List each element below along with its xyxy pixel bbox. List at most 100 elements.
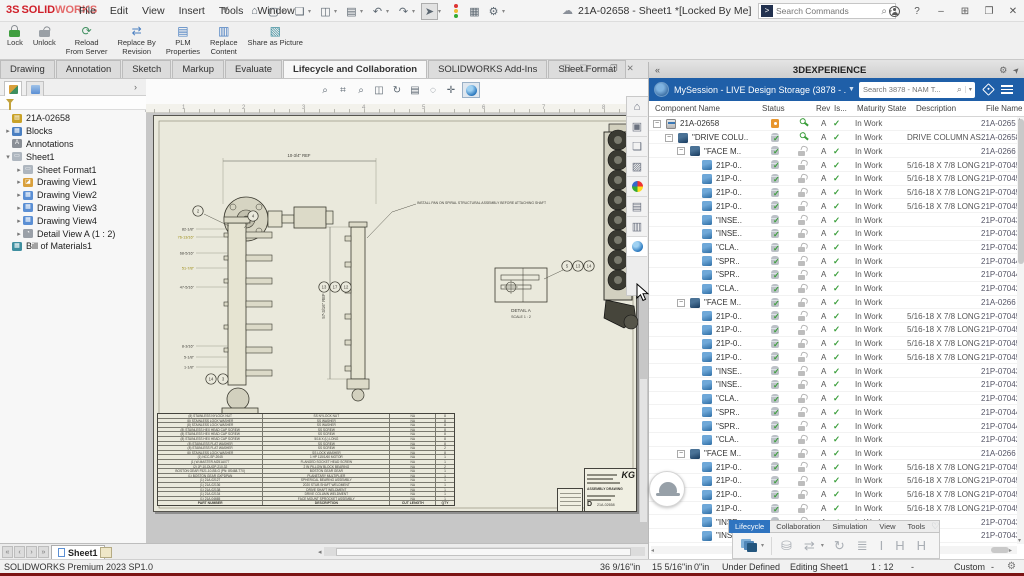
doc-next-icon[interactable]: ❏ [580,63,588,74]
component-row[interactable]: "INSE..A✓In Work21P-07043 [649,227,1024,241]
tile-icon[interactable]: ⊞ [958,6,972,17]
new-document-icon-caret[interactable]: ▾ [282,8,289,15]
tree-item-drawing-view3[interactable]: ▸▦Drawing View3 [0,202,146,215]
appearances-icon[interactable] [627,177,647,197]
save-icon-caret[interactable]: ▾ [334,8,341,15]
component-row[interactable]: "CLA..A✓In Work21P-07042 [649,282,1024,296]
search-commands-box[interactable]: > ⌕ ▾ [758,3,896,19]
select-cursor-icon[interactable]: ➤ [421,3,438,20]
tab-evaluate[interactable]: Evaluate [225,60,282,78]
undo-icon[interactable]: ↶ [369,3,386,20]
session-label[interactable]: MySession - LIVE Design Storage (3878 - … [674,85,846,95]
scrollbar-thumb[interactable] [1018,119,1024,264]
component-row[interactable]: 21P-0..A✓In Work5/16-18 X 7/8 LONG21P-07… [649,186,1024,200]
component-row[interactable]: 21P-0..A✓In Work5/16-18 X 7/8 LONG21P-07… [649,502,1024,516]
minimize-icon[interactable]: – [934,6,948,17]
redo-icon[interactable]: ↷ [395,3,412,20]
section-view-icon[interactable]: ◫ [372,83,386,97]
tab-solidworks-add-ins[interactable]: SOLIDWORKS Add-Ins [428,60,547,78]
close-icon[interactable]: ✕ [1006,6,1020,17]
tab-annotation[interactable]: Annotation [56,60,121,78]
open-icon[interactable]: ❏ [291,3,308,20]
hide-show-icon[interactable]: ◌ [426,83,440,97]
action-tab-collaboration[interactable]: Collaboration [770,520,826,533]
column-header-is-[interactable]: Is... [834,104,847,113]
open-icon-caret[interactable]: ▾ [308,8,315,15]
tree-expand-arrow[interactable]: ▸ [15,204,23,212]
component-row[interactable]: −"FACE M..A✓In Work21A-0266 [649,447,1024,461]
database-status-icon[interactable]: ⛁ [781,538,792,554]
help-icon[interactable]: ? [910,6,924,17]
expand-collapse-box[interactable]: − [677,299,685,307]
lifecycle-stack-icon-caret[interactable]: ▾ [761,542,764,549]
replace-by-revision-button[interactable]: ⇄Replace By Revision [112,22,160,56]
tree-item-detail-view-a-1-2-[interactable]: ▸◔Detail View A (1 : 2) [0,227,146,240]
sheet-nav-button[interactable]: › [26,546,37,558]
zoom-to-area-icon[interactable]: ⌗ [336,83,350,97]
component-row[interactable]: "SPR..A✓In Work21P-07044 [649,419,1024,433]
expand-collapse-box[interactable]: − [653,120,661,128]
menu-view[interactable]: View [135,0,172,22]
solidworks-resources-icon[interactable]: ▦ [466,3,483,20]
design-library-icon[interactable]: ▣ [627,117,647,137]
drawing-sheet[interactable]: 10-3/4" REF57-3/16" REFINSTALL PAN ON SP… [153,115,637,512]
column-header-component-name[interactable]: Component Name [655,104,720,113]
component-row[interactable]: 21P-0..A✓In Work5/16-18 X 7/8 LONG21P-07… [649,172,1024,186]
add-sheet-button[interactable] [100,547,112,558]
expand-collapse-box[interactable]: − [665,134,673,142]
tree-expand-arrow[interactable]: ▸ [15,217,23,225]
feature-tree-tab[interactable] [4,81,22,96]
doc-minimize-icon[interactable]: – [596,63,601,74]
home-icon[interactable]: ⌂ [246,3,263,20]
tree-filter-bar[interactable] [0,96,146,110]
scroll-down-icon[interactable]: ▾ [1018,537,1021,544]
component-row[interactable]: 21P-0..A✓In Work5/16-18 X 7/8 LONG21P-07… [649,158,1024,172]
options-gear-icon-caret[interactable]: ▾ [502,8,509,15]
view-palette-icon[interactable]: ▨ [627,157,647,177]
component-row[interactable]: 21P-0..A✓In Work5/16-18 X 7/8 LONG21P-07… [649,474,1024,488]
column-header-rev[interactable]: Rev [816,104,830,113]
tree-item-annotations[interactable]: AAnnotations [0,138,146,151]
search-magnifier-icon[interactable]: ⌕ [881,6,887,17]
tree-expand-arrow[interactable]: ▸ [15,166,23,174]
custom-properties-icon[interactable]: ▤ [627,197,647,217]
component-row[interactable]: 21P-0..A✓In Work5/16-18 X 7/8 LONG21P-07… [649,199,1024,213]
favorite-heart-icon[interactable]: ♡ [931,521,939,532]
lock-button[interactable]: Lock [2,22,28,48]
tab-lifecycle-and-collaboration[interactable]: Lifecycle and Collaboration [283,60,427,78]
menu-insert[interactable]: Insert [172,0,212,22]
print-icon[interactable]: ▤ [343,3,360,20]
panel-search-input[interactable] [859,85,957,94]
tree-expand-arrow[interactable]: ▸ [4,127,12,135]
component-row[interactable]: "INSE..A✓In Work21P-07043 [649,364,1024,378]
tab-drawing[interactable]: Drawing [0,60,55,78]
save-icon[interactable]: ◫ [317,3,334,20]
component-row[interactable]: "CLA..A✓In Work21P-07042 [649,241,1024,255]
hscroll-thumb[interactable] [336,548,631,556]
tree-expand-arrow[interactable]: ▾ [4,153,12,161]
session-globe-icon[interactable] [654,82,669,97]
redraw-icon[interactable]: ↻ [390,83,404,97]
file-explorer-icon[interactable]: ❏ [627,137,647,157]
action-tab-view[interactable]: View [873,520,901,533]
panel-search-box[interactable]: ⌕ ▾ [859,82,975,98]
sync-icon[interactable]: ↻ [834,538,845,554]
doc-prev-icon[interactable]: ❏ [563,63,571,74]
tree-item-blocks[interactable]: ▸▦Blocks [0,125,146,138]
select-cursor-icon-caret[interactable]: ▾ [438,8,445,15]
scroll-right-icon[interactable]: ▸ [1009,547,1012,554]
tree-item-sheet1[interactable]: ▾▭Sheet1 [0,150,146,163]
panel-gear-icon[interactable]: ⚙ [999,65,1007,76]
connect-alt-icon[interactable]: H [917,538,926,553]
component-row[interactable]: −"DRIVE COLU..A✓In WorkDRIVE COLUMN AS..… [649,131,1024,145]
replace-version-icon[interactable]: ⇄ [804,538,815,554]
hscrollbar-thumb[interactable] [991,547,1009,553]
expand-collapse-box[interactable]: − [677,450,685,458]
menu-file[interactable]: File [72,0,103,22]
undo-icon-caret[interactable]: ▾ [386,8,393,15]
sheet-nav-button[interactable]: ‹ [14,546,25,558]
structure-list-icon[interactable]: ≣ [857,538,868,554]
tree-item-bill-of-materials1[interactable]: ▦Bill of Materials1 [0,240,146,253]
panel-vertical-scrollbar[interactable]: ▴ ▾ [1017,117,1024,544]
tab-markup[interactable]: Markup [172,60,224,78]
